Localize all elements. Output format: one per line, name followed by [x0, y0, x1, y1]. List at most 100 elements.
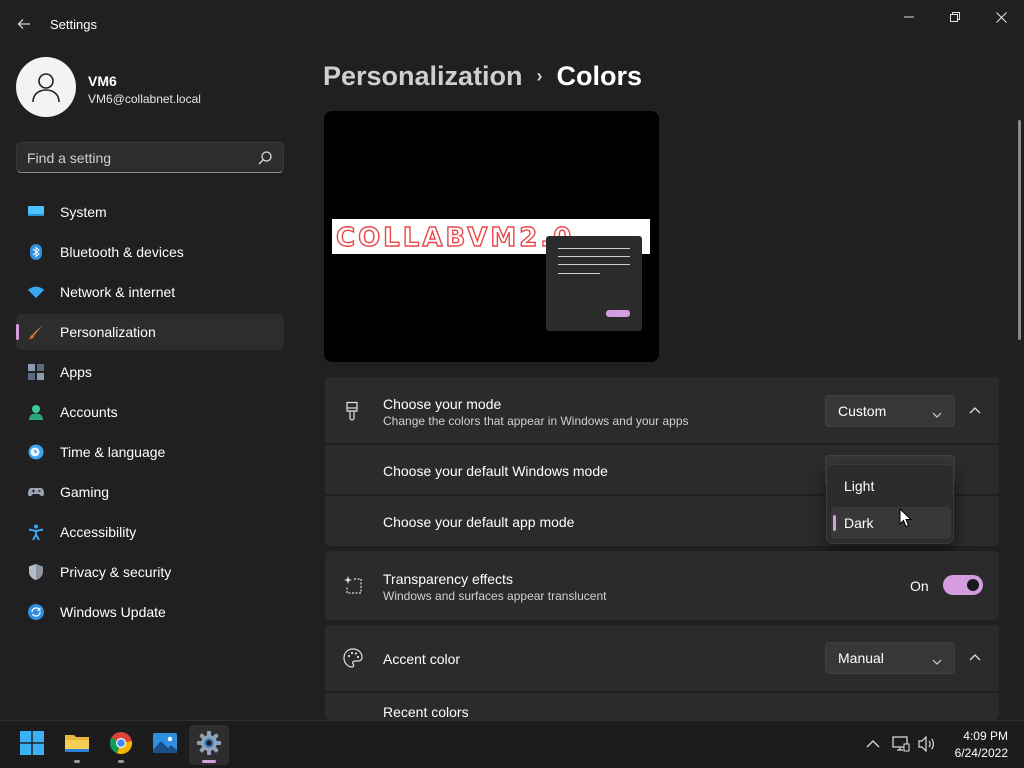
sidebar-item-label: Windows Update — [60, 604, 166, 620]
accent-title: Accent color — [383, 651, 461, 667]
wifi-icon — [28, 284, 44, 300]
gamepad-icon — [28, 484, 44, 500]
chrome-icon — [109, 731, 133, 760]
profile-email: VM6@collabnet.local — [88, 92, 201, 106]
card-divider — [325, 691, 999, 693]
sidebar-item-label: Personalization — [60, 324, 156, 340]
card-divider — [325, 443, 999, 445]
transparency-toggle-label: On — [910, 578, 929, 594]
sidebar-item-system[interactable]: System — [16, 194, 284, 230]
preview-window-mock — [546, 236, 642, 331]
taskbar: 4:09 PM 6/24/2022 — [0, 720, 1024, 768]
shield-icon — [28, 564, 44, 580]
taskbar-file-explorer[interactable] — [57, 725, 97, 765]
toggle-knob — [967, 579, 979, 591]
palette-icon — [343, 648, 363, 668]
option-dark[interactable]: Dark — [831, 507, 951, 539]
option-label: Light — [844, 478, 875, 494]
accent-card: Accent color Manual Recent colors — [325, 625, 999, 720]
sidebar-item-accounts[interactable]: Accounts — [16, 394, 284, 430]
sidebar-item-network[interactable]: Network & internet — [16, 274, 284, 310]
mode-title: Choose your mode — [383, 396, 502, 412]
clock-time[interactable]: 4:09 PM — [952, 729, 1008, 743]
sidebar-item-label: Time & language — [60, 444, 166, 460]
volume-icon[interactable] — [918, 735, 936, 753]
close-icon[interactable] — [978, 4, 1024, 30]
windows-start-icon — [20, 730, 44, 760]
breadcrumb-parent[interactable]: Personalization — [323, 61, 523, 92]
running-indicator — [74, 760, 80, 763]
sidebar-item-label: System — [60, 204, 107, 220]
transparency-toggle[interactable] — [943, 575, 983, 595]
sidebar-item-label: Network & internet — [60, 284, 176, 300]
mode-subtitle: Change the colors that appear in Windows… — [383, 414, 689, 428]
user-avatar-icon[interactable] — [16, 57, 76, 117]
chevron-up-icon[interactable] — [963, 399, 987, 423]
search-icon[interactable] — [257, 150, 273, 166]
profile-name: VM6 — [88, 73, 117, 89]
sidebar-item-label: Accessibility — [60, 524, 137, 540]
taskbar-photos[interactable] — [145, 725, 185, 765]
chevron-down-icon — [932, 654, 942, 665]
running-indicator — [118, 760, 124, 763]
clock-date[interactable]: 6/24/2022 — [940, 746, 1008, 760]
sidebar-item-label: Privacy & security — [60, 564, 172, 580]
back-arrow-icon[interactable] — [12, 12, 36, 36]
mouse-cursor-icon — [899, 507, 913, 528]
sidebar-item-bluetooth[interactable]: Bluetooth & devices — [16, 234, 284, 270]
account-person-icon — [28, 404, 44, 420]
preview-line — [558, 273, 600, 274]
sidebar-item-time-language[interactable]: Time & language — [16, 434, 284, 470]
sidebar-item-label: Accounts — [60, 404, 118, 420]
paintbrush-icon — [28, 324, 44, 340]
sidebar-item-accessibility[interactable]: Accessibility — [16, 514, 284, 550]
minimize-icon[interactable] — [886, 4, 932, 30]
sidebar-item-label: Gaming — [60, 484, 110, 500]
network-tray-icon[interactable] — [892, 735, 910, 753]
chevron-up-icon[interactable] — [963, 646, 987, 670]
search-input[interactable] — [27, 149, 247, 167]
chevron-up-tray-icon[interactable] — [864, 735, 882, 753]
windows-update-icon — [28, 604, 44, 620]
sidebar-item-label: Apps — [60, 364, 92, 380]
sidebar-item-apps[interactable]: Apps — [16, 354, 284, 390]
transparency-subtitle: Windows and surfaces appear translucent — [383, 589, 607, 603]
photos-icon — [153, 731, 177, 760]
option-light[interactable]: Light — [831, 470, 951, 502]
recent-colors-label: Recent colors — [383, 704, 469, 720]
chevron-down-icon — [932, 407, 942, 418]
sidebar-item-personalization[interactable]: Personalization — [16, 314, 284, 350]
sidebar-item-label: Bluetooth & devices — [60, 244, 184, 260]
sidebar-nav: System Bluetooth & devices Network & int… — [16, 194, 284, 634]
title-bar: Settings — [0, 0, 1024, 48]
search-box[interactable] — [16, 142, 284, 173]
sidebar-item-windows-update[interactable]: Windows Update — [16, 594, 284, 630]
windows-mode-label: Choose your default Windows mode — [383, 463, 608, 479]
system-monitor-icon — [28, 204, 44, 220]
scrollbar-thumb[interactable] — [1018, 120, 1021, 340]
sparkle-window-icon — [343, 575, 363, 595]
accessibility-icon — [28, 524, 44, 541]
app-title: Settings — [50, 17, 97, 32]
transparency-card: Transparency effects Windows and surface… — [325, 551, 999, 620]
mode-dropdown[interactable]: Custom — [825, 395, 955, 427]
preview-accent-button — [606, 310, 630, 317]
active-indicator — [202, 760, 216, 763]
sidebar-item-gaming[interactable]: Gaming — [16, 474, 284, 510]
accent-dropdown-value: Manual — [838, 650, 884, 666]
preview-line — [558, 264, 630, 265]
taskbar-start-button[interactable] — [12, 725, 52, 765]
sidebar-item-privacy-security[interactable]: Privacy & security — [16, 554, 284, 590]
taskbar-settings[interactable] — [189, 725, 229, 765]
transparency-title: Transparency effects — [383, 571, 513, 587]
app-mode-label: Choose your default app mode — [383, 514, 575, 530]
taskbar-chrome[interactable] — [101, 725, 141, 765]
mode-dropdown-value: Custom — [838, 403, 887, 419]
accent-dropdown[interactable]: Manual — [825, 642, 955, 674]
preview-line — [558, 256, 630, 257]
maximize-icon[interactable] — [932, 4, 978, 30]
option-label: Dark — [844, 515, 874, 531]
preview-line — [558, 248, 630, 249]
breadcrumb-separator: › — [536, 65, 543, 86]
apps-icon — [28, 364, 44, 380]
